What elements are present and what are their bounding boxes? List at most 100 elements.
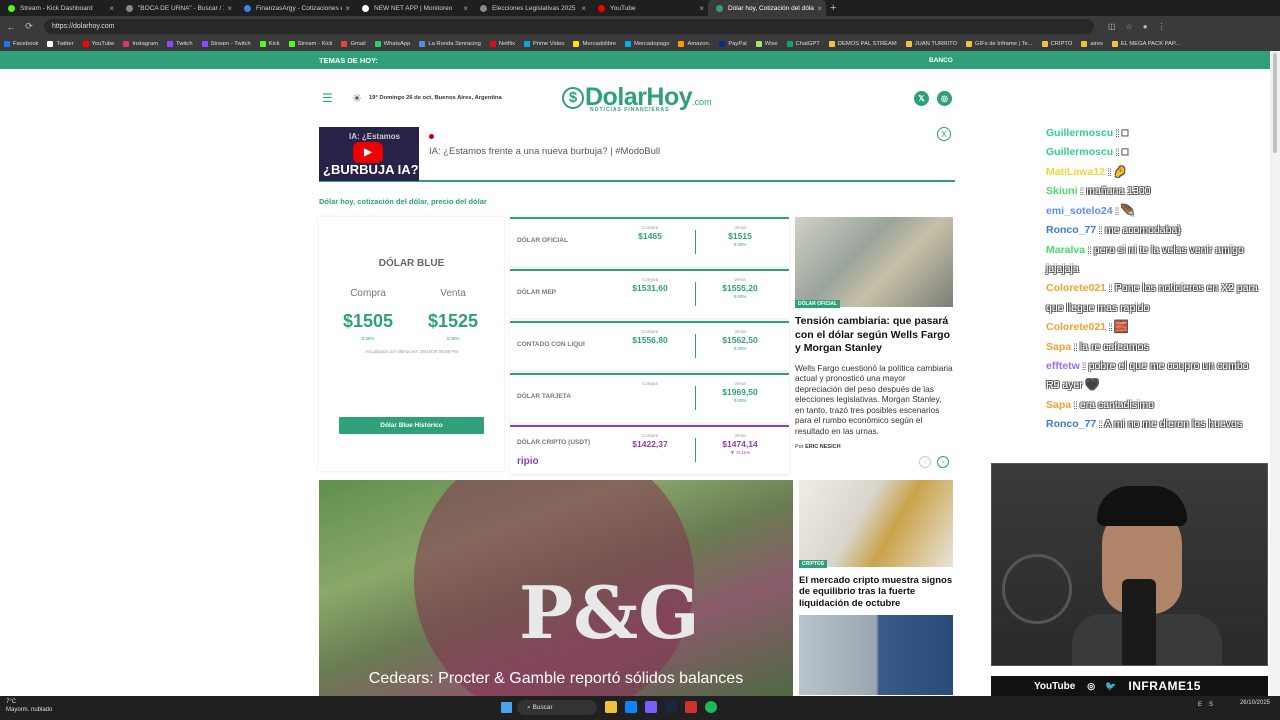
rate-card[interactable]: DÓLAR OFICIAL Compra $1465 Venta $1515 0.00% [510,217,789,266]
chat-user[interactable]: efftetw [1046,360,1080,372]
browser-tab[interactable]: Elecciones Legislativas 2025 × [472,0,590,16]
steam-icon[interactable] [665,701,677,713]
feature-caption[interactable]: Cedears: Procter & Gamble reportó sólido… [319,670,793,688]
chat-user[interactable]: emi_sotelo24 [1046,205,1113,217]
news-headline[interactable]: Tensión cambiaria: que pasará con el dól… [795,315,953,356]
bookmark-item[interactable]: Mercadopago [625,41,669,47]
chat-user[interactable]: Maralva [1046,244,1085,256]
tab-close-icon[interactable]: × [345,4,350,13]
rate-card[interactable]: DÓLAR CRIPTO (USDT) ripio Compra $1422,37 Ve… [510,425,789,474]
tray-icons[interactable]: ES [1198,702,1220,708]
chat-user[interactable]: MatiLawa12 [1046,166,1105,178]
bookmark-item[interactable]: Wise [755,41,778,47]
lang-indicator[interactable]: ES [1198,702,1220,708]
star-icon[interactable]: ☆ [1126,22,1133,31]
news-main[interactable]: DÓLAR OFICIAL Tensión cambiaria: que pas… [795,217,953,450]
bookmark-item[interactable]: Netflix [489,41,515,47]
close-icon[interactable]: X [937,127,951,141]
profile-icon[interactable]: ● [1143,22,1148,31]
tray-clock[interactable]: 26/10/2025 [1240,700,1270,708]
taskbar-search[interactable]: ⌕ Buscar [517,700,597,715]
browser-tab[interactable]: FinanzasArgy - Cotizaciones en ti× [236,0,354,16]
news-side-headline[interactable]: El mercado cripto muestra signos de equi… [799,575,953,609]
x-icon[interactable]: 𝕏 [914,91,929,106]
play-icon[interactable]: ▶ [353,142,383,163]
browser-tab[interactable]: Stream - Kick Dashboard × [0,0,118,16]
bookmark-item[interactable]: Kick [259,41,280,47]
bookmark-item[interactable]: WhatsApp [374,41,410,47]
bookmark-item[interactable]: Amazon. [678,41,710,47]
chat-user[interactable]: Sapa [1046,399,1071,411]
discord-icon[interactable] [645,701,657,713]
video-banner[interactable]: IA: ¿Estamos ▶ ¿BURBUJA IA? IA: ¿Estamos… [319,127,955,182]
tab-close-icon[interactable]: × [699,4,704,13]
news-side-tag[interactable]: CRIPTOS [799,560,828,568]
extensions-icon[interactable]: ◫ [1108,22,1116,31]
bookmark-item[interactable]: Gmail [341,41,366,47]
menu-icon[interactable]: ☰ [322,91,333,105]
bookmark-item[interactable]: Twitch [167,41,193,47]
crypto-image[interactable]: CRIPTOS [799,480,953,568]
bookmark-item[interactable]: YouTube [82,41,114,47]
chat-user[interactable]: Ronco_77 [1046,224,1096,236]
browser-tab[interactable]: NEW NET APP | Monitoreo × [354,0,472,16]
rate-card[interactable]: DÓLAR TARJETA Compra Venta $1969,50 0.00% [510,373,789,422]
url-input[interactable]: https://dolarhoy.com [44,19,1094,34]
tab-close-icon[interactable]: × [817,4,822,13]
chat-user[interactable]: Colorete021 [1046,282,1106,294]
tab-close-icon[interactable]: × [463,4,468,13]
bookmark-item[interactable]: CRIPTO [1041,41,1072,47]
chat-user[interactable]: Sapa [1046,341,1071,353]
bookmark-item[interactable]: EL MEGA PACK PAP... [1111,41,1180,47]
tab-close-icon[interactable]: × [109,4,114,13]
news-side[interactable]: CRIPTOS El mercado cripto muestra signos… [799,480,953,696]
scrollbar-thumb[interactable] [1273,53,1277,153]
browser-tab[interactable]: YouTube × [590,0,708,16]
weather-widget[interactable]: 7°C Mayorm. nublado [6,699,52,715]
tab-close-icon[interactable]: × [581,4,586,13]
spotify-icon[interactable] [705,701,717,713]
chat-user[interactable]: Guillermoscu [1046,127,1113,139]
bookmark-item[interactable]: JUAN TURRITO [905,41,957,47]
back-icon[interactable]: ← [4,22,18,32]
news-tag[interactable]: DÓLAR OFICIAL [795,300,841,308]
chat-user[interactable]: Guillermoscu [1046,146,1113,158]
menu-icon[interactable]: ⋮ [1158,22,1166,31]
edge-icon[interactable] [625,701,637,713]
chevron-left-icon[interactable]: ‹ [919,456,931,468]
bookmark-item[interactable]: Facebook [4,41,38,47]
video-title[interactable]: IA: ¿Estamos frente a una nueva burbuja?… [429,146,660,157]
new-tab-icon[interactable]: + [830,2,836,14]
blue-history-button[interactable]: Dólar Blue Histórico [339,417,484,434]
bookmark-item[interactable]: aires [1081,41,1103,47]
rate-card[interactable]: CONTADO CON LIQUI Compra $1556,80 Venta $156… [510,321,789,370]
chat-user[interactable]: Colorete021 [1046,321,1106,333]
chat-user[interactable]: Skiuni [1046,185,1078,197]
browser-tab[interactable]: "BOCA DE URNA" - Buscar / X × [118,0,236,16]
bookmark-item[interactable]: Prime Video [524,41,564,47]
bookmark-item[interactable]: Mercadolibre [573,41,616,47]
rate-card[interactable]: DÓLAR MEP Compra $1531,60 Venta $1555,20 0.00… [510,269,789,318]
chat-user[interactable]: Ronco_77 [1046,418,1096,430]
bookmark-item[interactable]: Stream - Twitch [201,41,251,47]
bookmark-item[interactable]: PayPal [719,41,747,47]
windows-icon[interactable] [501,702,512,713]
bookmark-item[interactable]: Instagram [123,41,158,47]
app-icon[interactable] [685,701,697,713]
instagram-icon[interactable]: ◎ [937,91,952,106]
bookmark-item[interactable]: La Ronda Simracing [419,41,481,47]
bookmark-item[interactable]: Stream - Kick [288,41,332,47]
bookmark-item[interactable]: DEMOS PAL STREAM [828,41,897,47]
bookmark-item[interactable]: GIFs de Inframe | Te... [966,41,1033,47]
scrollbar[interactable] [1270,51,1280,696]
reload-icon[interactable]: ⟳ [22,21,36,32]
breadcrumb[interactable]: Dólar hoy, cotización del dólar, precio … [319,197,487,206]
feature-article[interactable]: P&G Cedears: Procter & Gamble reportó só… [319,480,793,696]
tab-close-icon[interactable]: × [227,4,232,13]
video-thumbnail[interactable]: IA: ¿Estamos ▶ ¿BURBUJA IA? [319,127,419,181]
folder-icon[interactable] [605,701,617,713]
news-image[interactable]: DÓLAR OFICIAL [795,217,953,308]
topic-link[interactable]: BANCO [929,57,953,64]
bookmark-item[interactable]: Twitter [47,41,74,47]
news-side-image-2[interactable] [799,615,953,696]
